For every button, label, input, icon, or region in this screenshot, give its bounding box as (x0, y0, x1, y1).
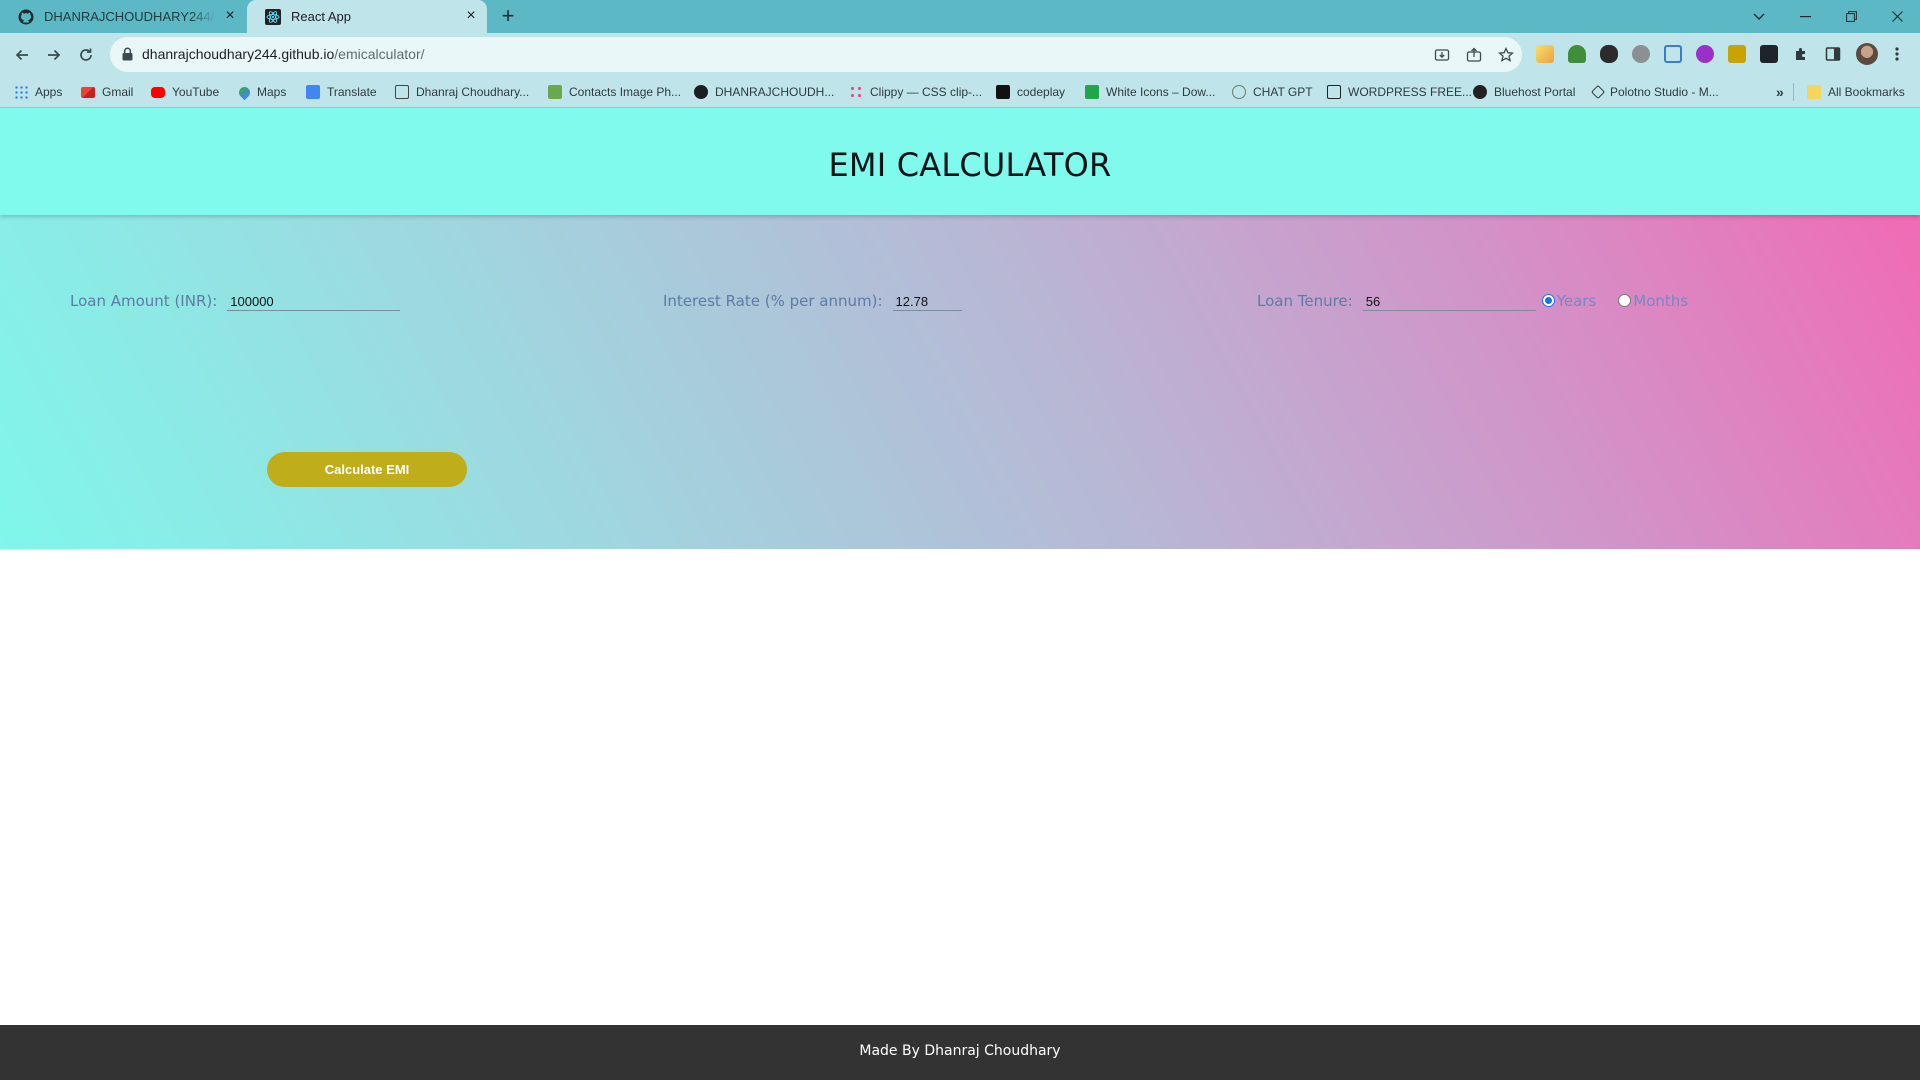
tab-github[interactable]: DHANRAJCHOUDHARY244/emicalculator × (0, 0, 246, 33)
loan-amount-input[interactable] (227, 291, 401, 311)
extension-react-devtools-icon[interactable] (1760, 45, 1778, 63)
clippy-icon (849, 85, 863, 99)
bookmarks-bar: Apps Gmail YouTube Maps Translate Dhanra… (0, 76, 1920, 108)
page-title: EMI CALCULATOR (828, 146, 1112, 184)
folder-icon (1807, 85, 1821, 99)
bluehost-icon (1473, 85, 1487, 99)
browser-tab-bar: DHANRAJCHOUDHARY244/emicalculator × Reac… (0, 0, 1920, 33)
tab-react-app[interactable]: React App × (247, 0, 487, 33)
extension-copy-icon[interactable] (1664, 45, 1682, 63)
menu-kebab-icon[interactable] (1888, 45, 1906, 63)
close-tab-icon[interactable]: × (463, 8, 479, 24)
maps-icon (236, 84, 253, 100)
reload-icon[interactable] (72, 41, 100, 69)
close-tab-icon[interactable]: × (222, 8, 238, 24)
bookmark-youtube[interactable]: YouTube (151, 83, 219, 101)
bookmark-clippy[interactable]: Clippy — CSS clip-... (849, 83, 982, 101)
bookmark-translate[interactable]: Translate (306, 83, 377, 101)
url-text: dhanrajchoudhary244.github.io/emicalcula… (142, 46, 425, 62)
youtube-icon (151, 86, 165, 98)
bookmark-maps[interactable]: Maps (236, 83, 286, 101)
minimize-icon[interactable] (1782, 0, 1828, 33)
wordpress-icon (1327, 85, 1341, 99)
bookmarks-divider (1793, 83, 1794, 101)
bookmark-wordpress[interactable]: WORDPRESS FREE... (1327, 83, 1472, 101)
calculate-emi-button[interactable]: Calculate EMI (267, 452, 467, 487)
bookmark-gmail[interactable]: Gmail (81, 83, 133, 101)
share-icon[interactable] (1465, 46, 1483, 64)
extension-pencil-icon[interactable] (1536, 45, 1554, 63)
bookmark-chatgpt[interactable]: CHAT GPT (1232, 83, 1313, 101)
contact-card-icon (395, 85, 409, 99)
interest-rate-input[interactable] (892, 291, 962, 311)
site-info-icon[interactable] (122, 47, 133, 66)
bookmark-dhanraj[interactable]: Dhanraj Choudhary... (395, 83, 529, 101)
extensions-puzzle-icon[interactable] (1792, 45, 1810, 63)
footer-credit: Made By Dhanraj Choudhary (859, 1043, 1061, 1059)
app-header: EMI CALCULATOR (0, 108, 1920, 215)
profile-avatar[interactable] (1856, 43, 1878, 65)
extension-tree-icon[interactable] (1568, 45, 1586, 63)
loan-amount-field: Loan Amount (INR): (70, 291, 401, 311)
tenure-years-label: Years (1556, 292, 1597, 310)
github-icon (18, 9, 34, 25)
side-panel-icon[interactable] (1824, 45, 1842, 63)
page-content: EMI CALCULATOR Loan Amount (INR): Intere… (0, 108, 1920, 1080)
browser-toolbar: dhanrajchoudhary244.github.io/emicalcula… (0, 33, 1920, 76)
loan-tenure-field: Loan Tenure: Years Months (1257, 291, 1688, 311)
bookmark-star-icon[interactable] (1497, 46, 1515, 64)
codeplay-icon (996, 85, 1010, 99)
calculator-panel: Loan Amount (INR): Interest Rate (% per … (0, 215, 1920, 549)
icons-site-icon (1085, 85, 1099, 99)
extension-mask-icon[interactable] (1600, 45, 1618, 63)
openai-icon (1232, 85, 1246, 99)
tenure-months-radio[interactable]: Months (1618, 292, 1688, 310)
react-icon (265, 8, 281, 25)
bookmark-polotno[interactable]: Polotno Studio - M... (1590, 83, 1719, 101)
extension-bug-icon[interactable] (1632, 45, 1650, 63)
more-bookmarks-chevron-icon[interactable]: » (1776, 83, 1784, 101)
extension-color-icon[interactable] (1696, 45, 1714, 63)
contacts-icon (548, 85, 562, 99)
address-bar[interactable]: dhanrajchoudhary244.github.io/emicalcula… (110, 37, 1522, 72)
install-app-icon[interactable] (1433, 46, 1451, 64)
tenure-months-label: Months (1633, 292, 1689, 310)
bookmark-codeplay[interactable]: codeplay (996, 83, 1065, 101)
page-footer: Made By Dhanraj Choudhary (0, 1025, 1920, 1080)
interest-rate-label: Interest Rate (% per annum): (663, 292, 883, 310)
new-tab-plus-icon[interactable]: + (496, 5, 520, 29)
bookmark-apps[interactable]: Apps (14, 83, 62, 101)
bookmark-white-icons[interactable]: White Icons – Dow... (1085, 83, 1215, 101)
forward-arrow-icon[interactable] (40, 41, 68, 69)
loan-tenure-label: Loan Tenure: (1257, 292, 1353, 310)
restore-icon[interactable] (1828, 0, 1874, 33)
radio-unselected-icon[interactable] (1618, 293, 1632, 307)
all-bookmarks-button[interactable]: All Bookmarks (1807, 83, 1905, 101)
github-icon (694, 85, 708, 99)
close-window-icon[interactable] (1874, 0, 1920, 33)
polotno-icon (1590, 84, 1606, 100)
extension-folder-icon[interactable] (1728, 45, 1746, 63)
loan-amount-label: Loan Amount (INR): (70, 292, 218, 310)
loan-tenure-input[interactable] (1362, 291, 1536, 311)
tab-title: React App (291, 9, 351, 24)
bookmark-bluehost[interactable]: Bluehost Portal (1473, 83, 1575, 101)
tenure-years-radio[interactable]: Years (1541, 292, 1597, 310)
tab-title: DHANRAJCHOUDHARY244/emicalculator (44, 9, 216, 24)
interest-rate-field: Interest Rate (% per annum): (663, 291, 962, 311)
bookmark-contacts-image[interactable]: Contacts Image Ph... (548, 83, 681, 101)
bookmark-github[interactable]: DHANRAJCHOUDH... (694, 83, 834, 101)
gmail-icon (81, 86, 95, 98)
apps-grid-icon (14, 85, 28, 99)
translate-icon (306, 85, 320, 99)
radio-selected-icon[interactable] (1541, 293, 1555, 307)
back-arrow-icon[interactable] (8, 41, 36, 69)
tab-search-chevron-icon[interactable] (1736, 0, 1782, 33)
